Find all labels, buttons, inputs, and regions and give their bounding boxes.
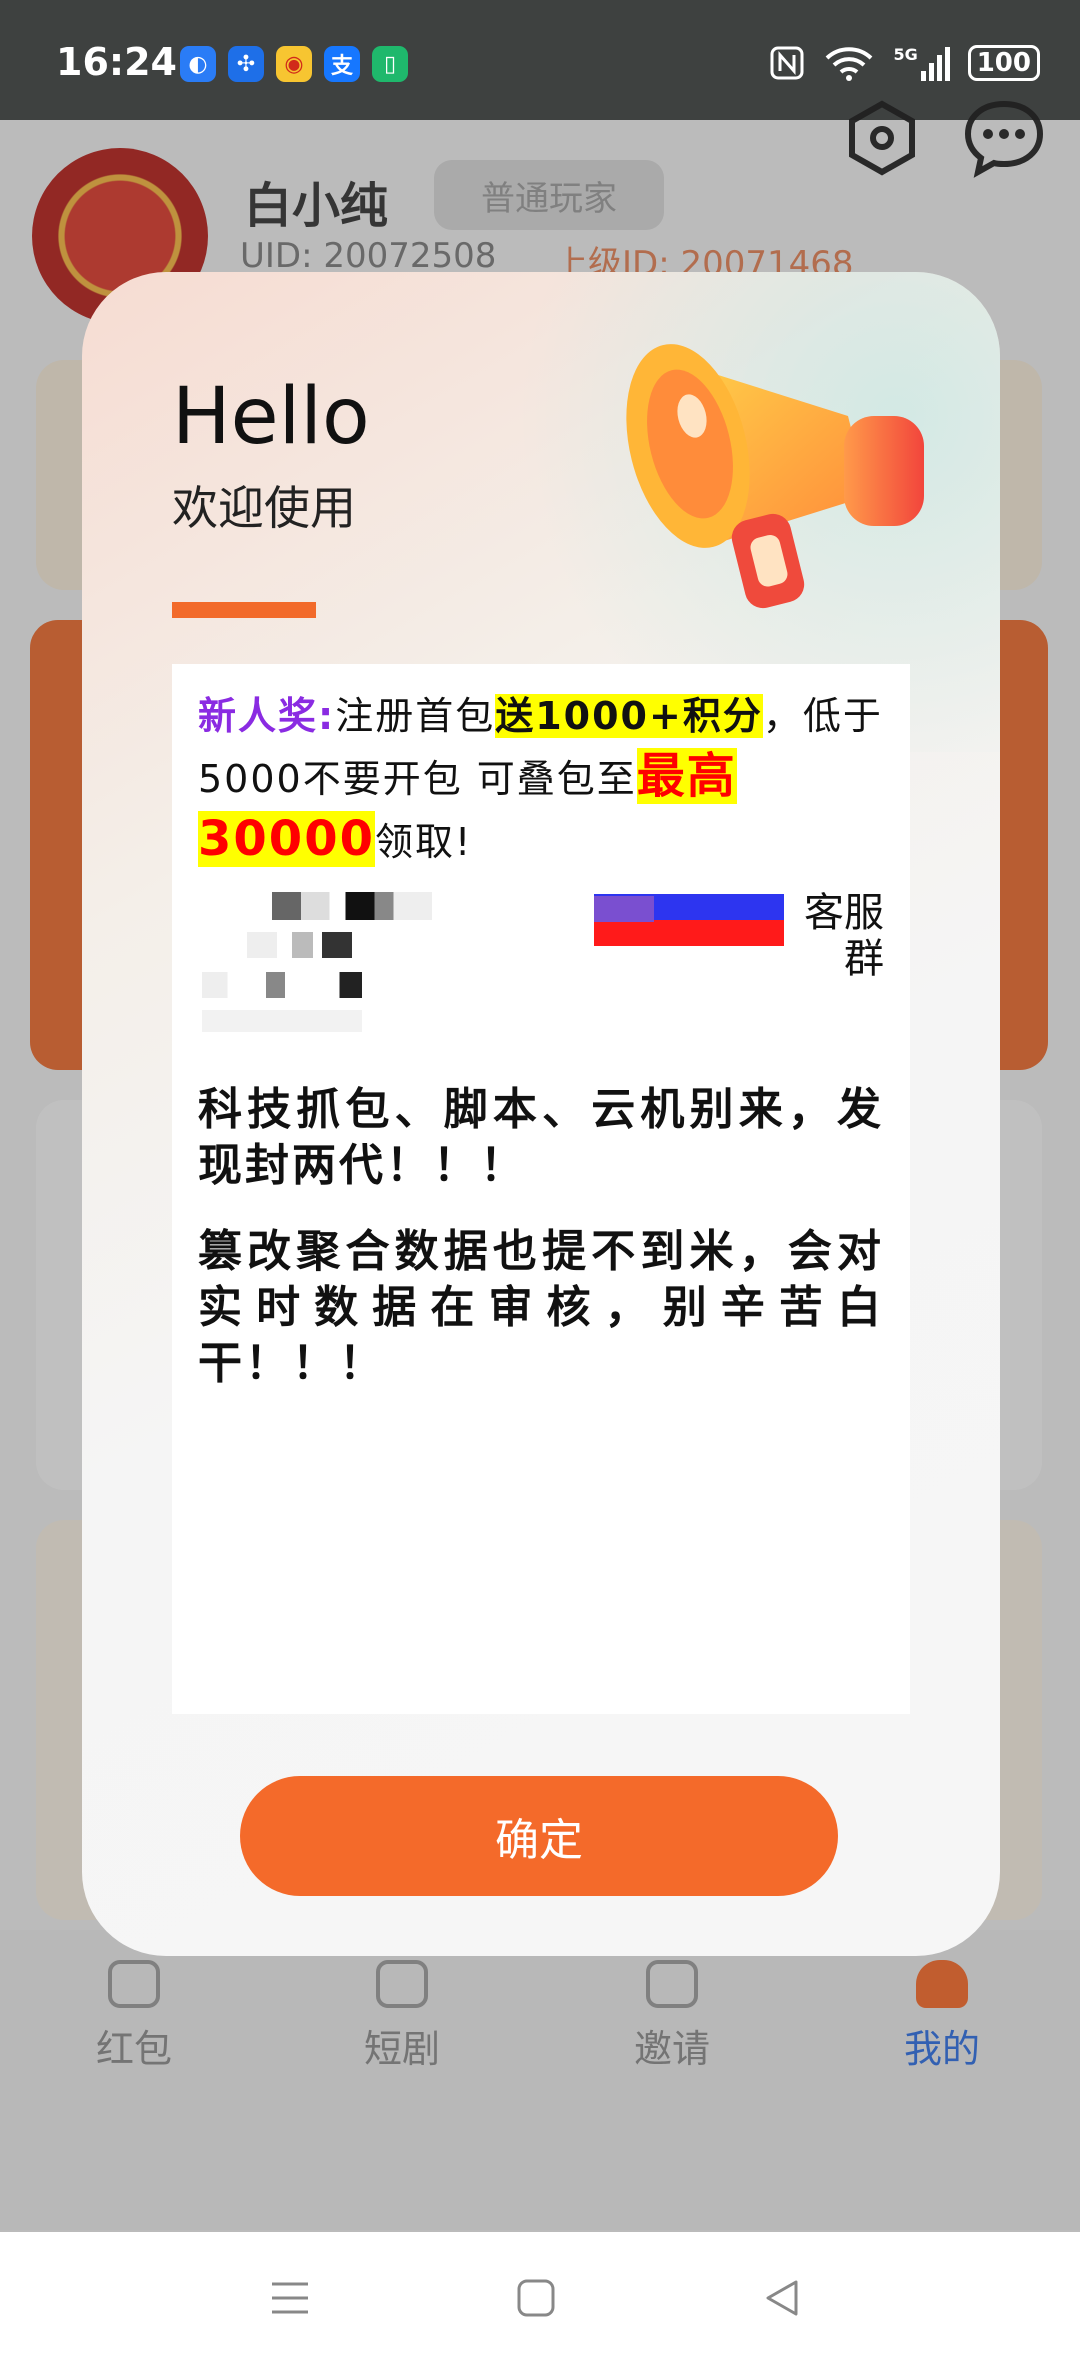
dialog-welcome: 欢迎使用	[172, 481, 356, 535]
signal-5g-icon: 5G	[893, 45, 950, 81]
warning-text-2: 篡改聚合数据也提不到米，会对实时数据在审核，别辛苦白干！！！	[198, 1226, 884, 1389]
browser-icon: ◐	[180, 46, 216, 82]
confirm-button[interactable]: 确定	[240, 1776, 838, 1896]
announcement-content: 新人奖:注册首包送1000+积分，低于5000不要开包 可叠包至最高30000领…	[172, 664, 910, 1714]
redacted-block	[202, 972, 362, 998]
promo-text: 新人奖:注册首包送1000+积分，低于5000不要开包 可叠包至最高30000领…	[198, 686, 884, 872]
redacted-block	[272, 892, 432, 920]
welcome-dialog: Hello 欢迎使用 新人奖:注册首包送1000+积分，低于5000不要开包 可…	[82, 272, 1000, 1956]
promo-text-part: 注册首包	[335, 694, 496, 738]
pinwheel-icon: ✣	[228, 46, 264, 82]
redacted-block-color	[594, 896, 654, 922]
promo-text-part: 领取!	[375, 820, 473, 864]
accent-bar	[172, 602, 316, 618]
wifi-icon	[826, 47, 873, 81]
status-time: 16:24	[56, 40, 177, 84]
alipay-icon: 支	[324, 46, 360, 82]
weibo-icon: ◉	[276, 46, 312, 82]
nfc-icon	[770, 46, 804, 80]
warning-text-1: 科技抓包、脚本、云机别来，发现封两代！！！	[198, 1084, 884, 1191]
contact-label: 客服群	[804, 890, 884, 982]
redacted-block	[202, 932, 352, 958]
system-status-icons: 5G 100	[769, 44, 1040, 82]
system-nav-bar	[0, 2232, 1080, 2362]
redacted-block	[202, 1010, 362, 1032]
promo-highlight-bonus: 送1000+积分	[495, 694, 763, 738]
back-icon[interactable]	[762, 2278, 802, 2318]
notification-icons: ◐ ✣ ◉ 支 ▯	[180, 46, 408, 82]
menu-icon[interactable]	[270, 2278, 310, 2318]
phone-manager-icon: ▯	[372, 46, 408, 82]
home-icon[interactable]	[516, 2278, 556, 2318]
dialog-hello: Hello	[172, 372, 370, 462]
megaphone-icon	[626, 344, 924, 609]
contact-row-redacted: 客服群	[172, 882, 910, 1052]
battery-indicator: 100	[967, 45, 1040, 81]
promo-label: 新人奖:	[198, 694, 336, 738]
